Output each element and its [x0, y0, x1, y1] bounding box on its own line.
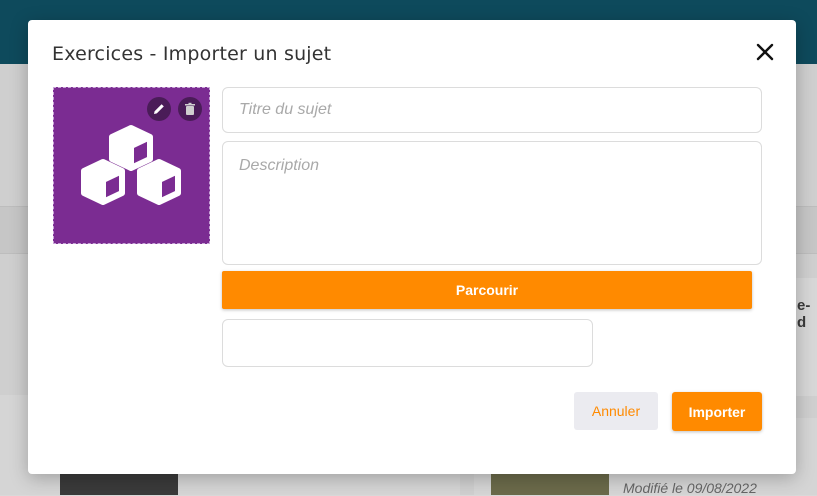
pencil-icon: [154, 104, 164, 114]
browse-button[interactable]: Parcourir: [222, 271, 752, 309]
import-button[interactable]: Importer: [672, 392, 762, 431]
background-card-title: e-d: [797, 297, 811, 331]
close-button[interactable]: [753, 40, 777, 64]
background-card-thumbnail: [60, 474, 178, 495]
trash-icon: [185, 102, 195, 115]
close-icon: [756, 43, 774, 61]
import-subject-modal: Exercices - Importer un sujet Titre du s…: [28, 20, 796, 474]
cancel-button[interactable]: Annuler: [574, 392, 658, 430]
cubes-icon: [81, 125, 181, 205]
background-card-thumbnail: [491, 474, 609, 495]
background-card-modified-date: Modifié le 09/08/2022: [623, 480, 757, 496]
subject-thumbnail: [53, 87, 210, 244]
modal-title: Exercices - Importer un sujet: [52, 43, 332, 65]
delete-thumbnail-button[interactable]: [178, 97, 202, 121]
subject-title-input[interactable]: [222, 87, 762, 133]
edit-thumbnail-button[interactable]: [147, 97, 171, 121]
selected-file-field[interactable]: [222, 319, 593, 367]
description-textarea[interactable]: [222, 141, 762, 265]
background-card: [795, 278, 817, 396]
